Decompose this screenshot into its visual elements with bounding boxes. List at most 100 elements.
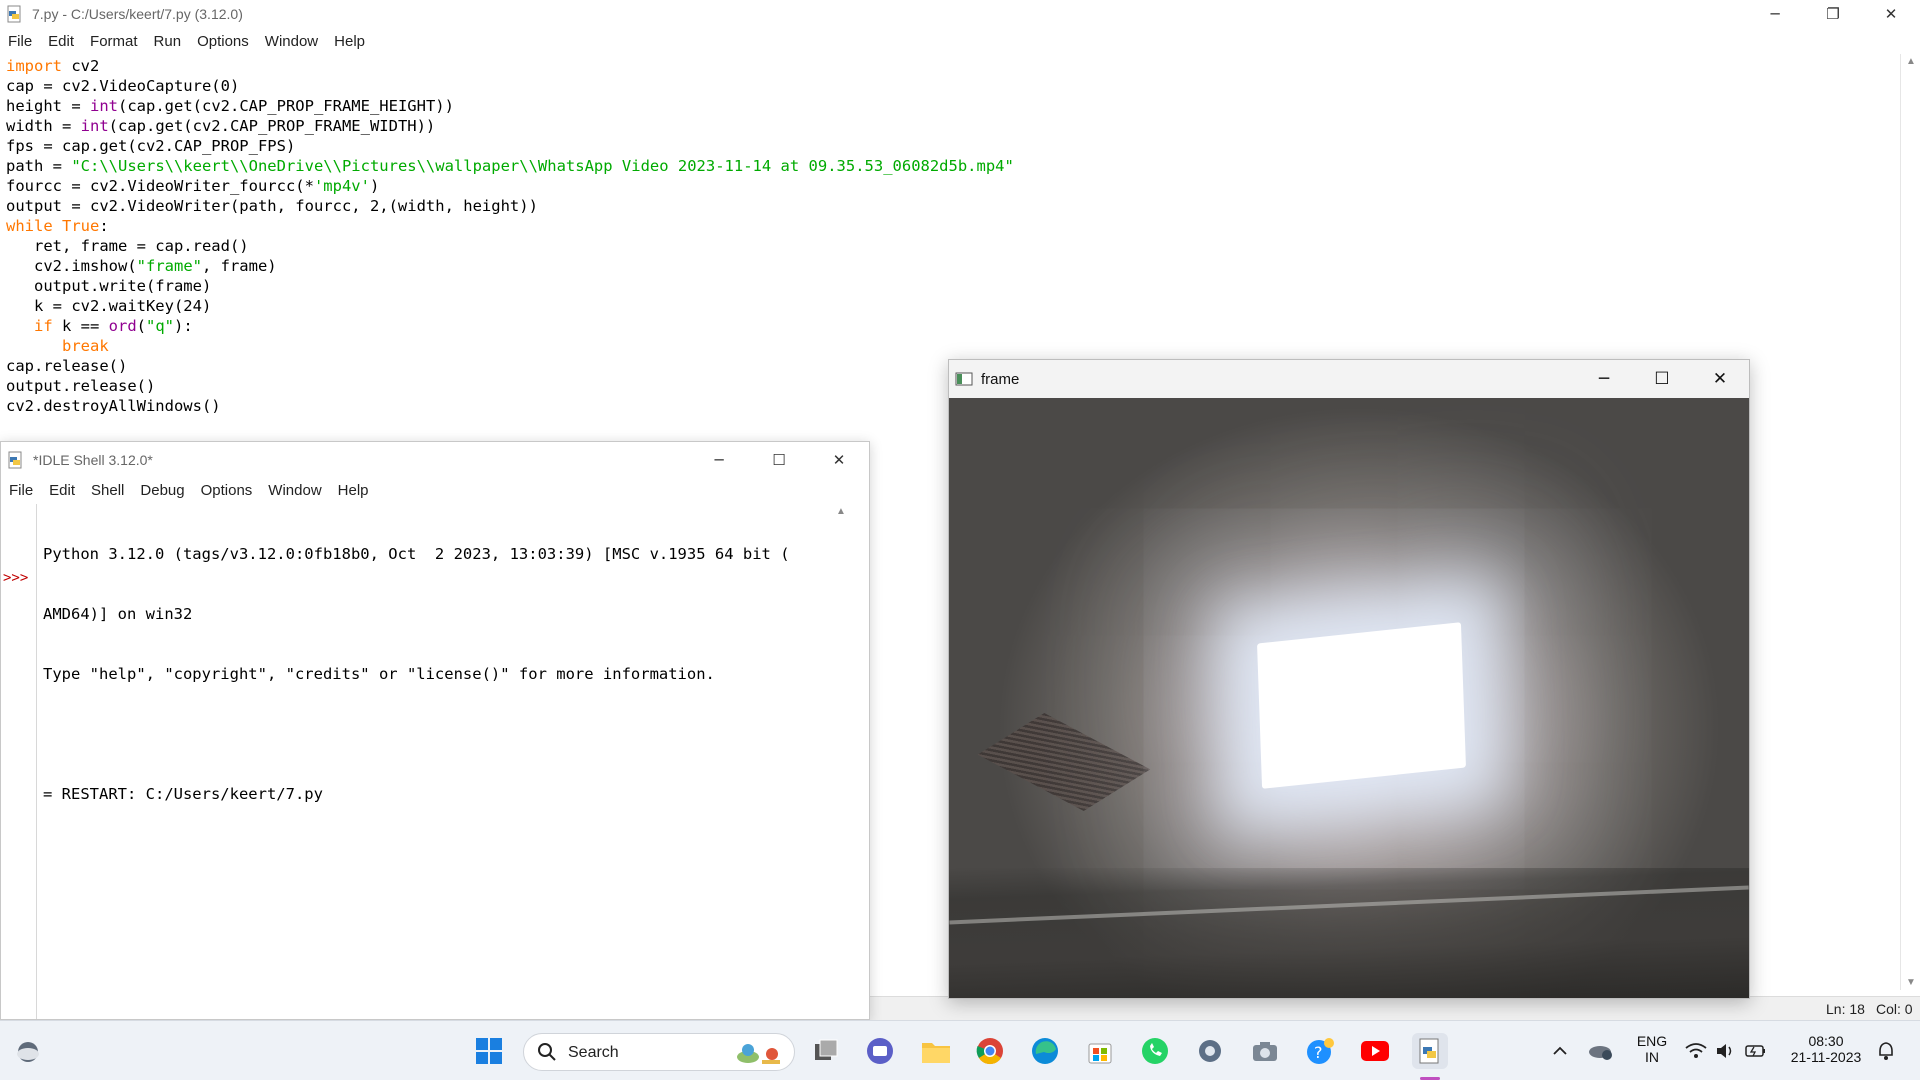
whatsapp-icon[interactable] (1137, 1033, 1173, 1069)
taskbar-search[interactable]: Search (523, 1033, 795, 1071)
code-line: output.write(frame) (6, 277, 212, 295)
help-icon[interactable]: ? (1302, 1033, 1338, 1069)
onedrive-sync-icon[interactable] (1584, 1033, 1618, 1069)
volume-icon[interactable] (1712, 1033, 1740, 1069)
menu-format[interactable]: Format (82, 33, 146, 50)
menu-window[interactable]: Window (257, 33, 326, 50)
microsoft-store-icon[interactable] (1082, 1033, 1118, 1069)
shell-line: AMD64)] on win32 (43, 605, 193, 623)
search-highlight-icon (734, 1040, 784, 1071)
menu-options[interactable]: Options (193, 482, 261, 499)
edge-icon[interactable] (1027, 1033, 1063, 1069)
editor-title: 7.py - C:/Users/keert/7.py (3.12.0) (32, 6, 243, 22)
clock-time: 08:30 (1808, 1033, 1844, 1049)
shell-line: Type "help", "copyright", "credits" or "… (43, 665, 715, 683)
scroll-up-icon[interactable]: ▲ (1906, 56, 1916, 67)
code-line: if k == ord("q"): (34, 317, 193, 335)
menu-file[interactable]: File (1, 482, 41, 499)
teams-chat-icon[interactable] (862, 1033, 898, 1069)
close-button[interactable]: ✕ (1691, 360, 1749, 398)
clock[interactable]: 08:30 21-11-2023 (1782, 1033, 1870, 1065)
start-icon[interactable] (471, 1033, 507, 1069)
line-indicator: Ln: 18 (1826, 1001, 1865, 1017)
menu-help[interactable]: Help (330, 482, 377, 499)
code-line: k = cv2.waitKey(24) (6, 297, 212, 315)
menu-help[interactable]: Help (326, 33, 373, 50)
wifi-icon[interactable] (1682, 1033, 1710, 1069)
weather-icon[interactable] (10, 1033, 46, 1069)
idle-shell-window: *IDLE Shell 3.12.0* ─ ☐ ✕ File Edit Shel… (0, 441, 870, 1020)
code-line: cv2.destroyAllWindows() (6, 397, 221, 415)
shell-title: *IDLE Shell 3.12.0* (33, 452, 153, 468)
ceiling-light (1257, 622, 1466, 789)
menu-run[interactable]: Run (146, 33, 190, 50)
frame-title: frame (981, 370, 1020, 388)
python-file-icon (6, 5, 24, 23)
maximize-button[interactable]: ☐ (1633, 360, 1691, 398)
taskbar: Search ? ENG IN 08:30 21-11-2023 (0, 1020, 1920, 1080)
shell-titlebar[interactable]: *IDLE Shell 3.12.0* ─ ☐ ✕ (1, 442, 869, 478)
shell-output[interactable]: Python 3.12.0 (tags/v3.12.0:0fb18b0, Oct… (43, 504, 790, 844)
ceiling-vent (977, 713, 1151, 811)
svg-text:?: ? (1314, 1043, 1323, 1062)
file-explorer-icon[interactable] (918, 1033, 954, 1069)
menu-edit[interactable]: Edit (40, 33, 82, 50)
shell-menubar: File Edit Shell Debug Options Window Hel… (1, 478, 869, 502)
menu-shell[interactable]: Shell (83, 482, 132, 499)
code-line: cap = cv2.VideoCapture(0) (6, 77, 240, 95)
language-indicator[interactable]: ENG IN (1632, 1033, 1672, 1065)
editor-titlebar[interactable]: 7.py - C:/Users/keert/7.py (3.12.0) ─ ❐ … (0, 0, 1920, 28)
notification-bell-icon[interactable] (1872, 1033, 1900, 1069)
code-line: width = int(cap.get(cv2.CAP_PROP_FRAME_W… (6, 117, 436, 135)
code-line: output.release() (6, 377, 156, 395)
wall-shadow (949, 868, 1749, 998)
menu-options[interactable]: Options (189, 33, 257, 50)
python-shell-icon (7, 451, 25, 469)
code-line: fourcc = cv2.VideoWriter_fourcc(*'mp4v') (6, 177, 380, 195)
code-line: ret, frame = cap.read() (6, 237, 249, 255)
menu-debug[interactable]: Debug (132, 482, 192, 499)
menu-edit[interactable]: Edit (41, 482, 83, 499)
search-label: Search (568, 1044, 619, 1061)
column-indicator: Col: 0 (1876, 1001, 1913, 1017)
idle-taskbar-icon[interactable] (1412, 1033, 1448, 1069)
close-button[interactable]: ✕ (809, 442, 869, 478)
minimize-button[interactable]: ─ (1575, 360, 1633, 398)
camera-feed-image (949, 398, 1749, 998)
chrome-icon[interactable] (972, 1033, 1008, 1069)
editor-menubar: File Edit Format Run Options Window Help (0, 28, 1920, 54)
menu-window[interactable]: Window (260, 482, 329, 499)
code-line: import cv2 (6, 57, 100, 75)
code-line: cap.release() (6, 357, 128, 375)
menu-file[interactable]: File (0, 33, 40, 50)
minimize-button[interactable]: ─ (1746, 0, 1804, 28)
code-line: output = cv2.VideoWriter(path, fourcc, 2… (6, 197, 538, 215)
code-line: fps = cap.get(cv2.CAP_PROP_FPS) (6, 137, 296, 155)
scroll-down-icon[interactable]: ▼ (1906, 977, 1916, 988)
shell-scrollbar[interactable]: ▲ (833, 504, 849, 1019)
youtube-icon[interactable] (1357, 1033, 1393, 1069)
frame-window: frame ─ ☐ ✕ (948, 359, 1750, 999)
region-code: IN (1645, 1049, 1659, 1065)
shell-line: = RESTART: C:/Users/keert/7.py (43, 785, 323, 803)
language-code: ENG (1636, 1033, 1668, 1049)
restore-button[interactable]: ❐ (1804, 0, 1862, 28)
shell-prompt: >>> (3, 570, 29, 586)
close-button[interactable]: ✕ (1862, 0, 1920, 28)
settings-icon[interactable] (1192, 1033, 1228, 1069)
code-line: while True: (6, 217, 109, 235)
editor-scrollbar[interactable]: ▲ ▼ (1900, 54, 1920, 990)
code-line: cv2.imshow("frame", frame) (6, 257, 277, 275)
frame-titlebar[interactable]: frame ─ ☐ ✕ (949, 360, 1749, 398)
minimize-button[interactable]: ─ (689, 442, 749, 478)
scroll-up-icon[interactable]: ▲ (836, 506, 846, 517)
chevron-up-icon[interactable] (1545, 1033, 1575, 1069)
battery-icon[interactable] (1742, 1033, 1770, 1069)
code-line: break (62, 337, 109, 355)
opencv-window-icon (955, 370, 973, 388)
code-editor[interactable]: import cv2 cap = cv2.VideoCapture(0) heigh… (6, 56, 1014, 416)
camera-icon[interactable] (1247, 1033, 1283, 1069)
task-view-icon[interactable] (808, 1033, 844, 1069)
maximize-button[interactable]: ☐ (749, 442, 809, 478)
